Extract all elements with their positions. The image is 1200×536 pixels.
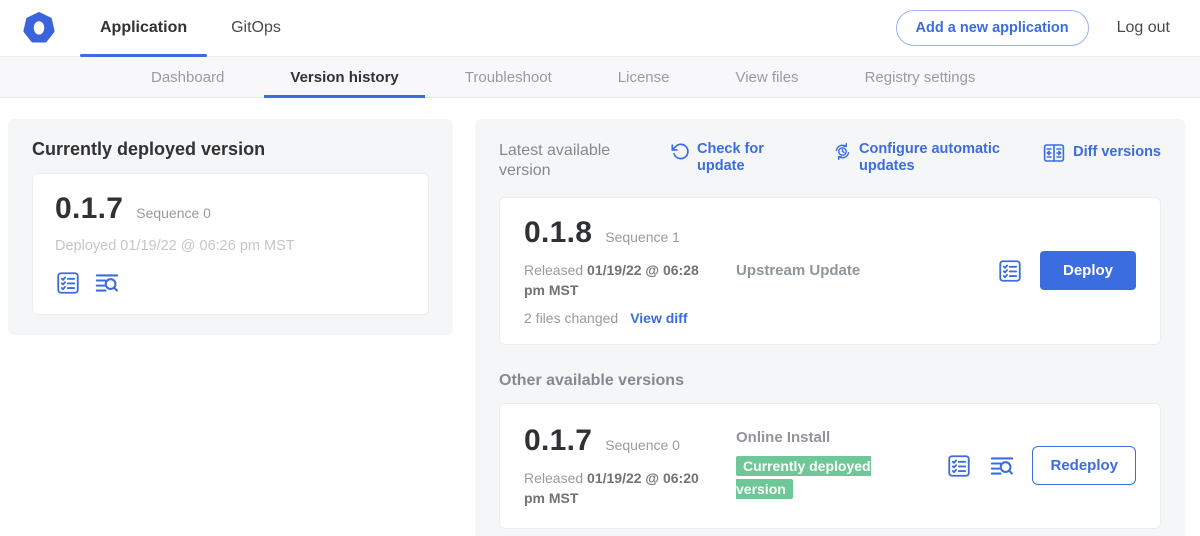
release-notes-checklist-icon[interactable]	[997, 258, 1023, 284]
release-notes-checklist-icon[interactable]	[55, 270, 81, 296]
latest-version-info: 0.1.8 Sequence 1 Released 01/19/22 @ 06:…	[524, 216, 736, 326]
deployed-timestamp: Deployed 01/19/22 @ 06:26 pm MST	[55, 238, 406, 254]
latest-files-row: 2 files changed View diff	[524, 310, 736, 326]
add-new-application-button[interactable]: Add a new application	[896, 10, 1089, 46]
currently-deployed-panel: Currently deployed version 0.1.7 Sequenc…	[8, 119, 453, 335]
subnav-item-registry-settings[interactable]: Registry settings	[839, 57, 1002, 97]
deployed-version-number: 0.1.7	[55, 192, 123, 226]
tab-application[interactable]: Application	[78, 0, 209, 56]
other-version-row: 0.1.7 Sequence 0	[524, 424, 736, 458]
other-available-versions-title: Other available versions	[499, 372, 1161, 390]
subnav-item-dashboard[interactable]: Dashboard	[125, 57, 250, 97]
subnav-item-view-files[interactable]: View files	[709, 57, 824, 97]
deploy-button[interactable]: Deploy	[1040, 251, 1136, 290]
deployed-version-row: 0.1.7 Sequence 0	[55, 192, 406, 226]
view-logs-magnifier-icon[interactable]	[989, 453, 1015, 479]
subnav-version-history-label: Version history	[290, 69, 398, 86]
other-released-timestamp: Released 01/19/22 @ 06:20 pm MST	[524, 468, 702, 509]
view-logs-magnifier-icon[interactable]	[94, 270, 120, 296]
latest-version-card: 0.1.8 Sequence 1 Released 01/19/22 @ 06:…	[499, 197, 1161, 345]
diff-versions-label: Diff versions	[1073, 144, 1161, 161]
released-label: Released	[524, 262, 583, 278]
release-notes-checklist-icon[interactable]	[946, 453, 972, 479]
available-panel-header: Latest available version Check for updat…	[499, 141, 1161, 181]
subnav-dashboard-label: Dashboard	[151, 69, 224, 86]
refresh-circular-arrow-icon	[671, 142, 690, 161]
topbar-spacer	[303, 0, 896, 56]
main-content: Currently deployed version 0.1.7 Sequenc…	[0, 98, 1200, 536]
diff-versions-button[interactable]: Diff versions	[1042, 141, 1161, 165]
view-diff-link[interactable]: View diff	[630, 310, 687, 326]
check-for-update-button[interactable]: Check for update	[671, 141, 789, 176]
deployed-panel-title: Currently deployed version	[32, 139, 429, 160]
other-version-actions: Redeploy	[946, 446, 1136, 485]
currently-deployed-badge: Currently deployed version	[736, 456, 871, 499]
files-changed-label: 2 files changed	[524, 310, 618, 326]
other-version-card: 0.1.7 Sequence 0 Released 01/19/22 @ 06:…	[499, 403, 1161, 530]
subnav-view-files-label: View files	[735, 69, 798, 86]
subnav-item-license[interactable]: License	[592, 57, 696, 97]
other-version-source: Online Install Currently deployed versio…	[736, 429, 946, 502]
deployed-card-actions	[55, 270, 406, 296]
app-logo-heptagon-icon	[22, 11, 56, 45]
other-version-info: 0.1.7 Sequence 0 Released 01/19/22 @ 06:…	[524, 424, 736, 509]
logout-link[interactable]: Log out	[1117, 19, 1170, 37]
clock-auto-update-icon	[833, 142, 852, 161]
deployed-version-card: 0.1.7 Sequence 0 Deployed 01/19/22 @ 06:…	[32, 173, 429, 315]
latest-sequence-label: Sequence 1	[605, 229, 680, 245]
app-logo[interactable]	[0, 0, 78, 56]
subnav-license-label: License	[618, 69, 670, 86]
redeploy-button[interactable]: Redeploy	[1032, 446, 1136, 485]
released-label: Released	[524, 470, 583, 486]
latest-released-timestamp: Released 01/19/22 @ 06:28 pm MST	[524, 260, 702, 301]
other-sequence-label: Sequence 0	[605, 437, 680, 453]
latest-version-row: 0.1.8 Sequence 1	[524, 216, 736, 250]
other-version-number: 0.1.7	[524, 424, 592, 458]
diff-columns-icon	[1042, 141, 1066, 165]
tab-application-label: Application	[100, 19, 187, 37]
check-for-update-label: Check for update	[697, 141, 789, 176]
subnav-item-troubleshoot[interactable]: Troubleshoot	[439, 57, 578, 97]
configure-automatic-updates-label: Configure automatic updates	[859, 141, 1019, 176]
top-bar: Application GitOps Add a new application…	[0, 0, 1200, 57]
subnav-registry-settings-label: Registry settings	[865, 69, 976, 86]
currently-deployed-badge-wrap: Currently deployed version	[736, 455, 898, 502]
latest-version-actions: Deploy	[997, 251, 1136, 290]
available-versions-panel: Latest available version Check for updat…	[475, 119, 1185, 536]
app-subnav: Dashboard Version history Troubleshoot L…	[0, 57, 1200, 98]
latest-version-number: 0.1.8	[524, 216, 592, 250]
subnav-troubleshoot-label: Troubleshoot	[465, 69, 552, 86]
latest-version-source: Upstream Update	[736, 262, 997, 279]
configure-automatic-updates-button[interactable]: Configure automatic updates	[833, 141, 1019, 176]
tab-gitops-label: GitOps	[231, 19, 281, 37]
topbar-right: Add a new application Log out	[896, 0, 1170, 56]
subnav-item-version-history[interactable]: Version history	[264, 57, 424, 97]
latest-available-title: Latest available version	[499, 141, 645, 181]
deployed-sequence-label: Sequence 0	[136, 205, 211, 221]
install-type-label: Online Install	[736, 429, 946, 446]
tab-gitops[interactable]: GitOps	[209, 0, 303, 56]
